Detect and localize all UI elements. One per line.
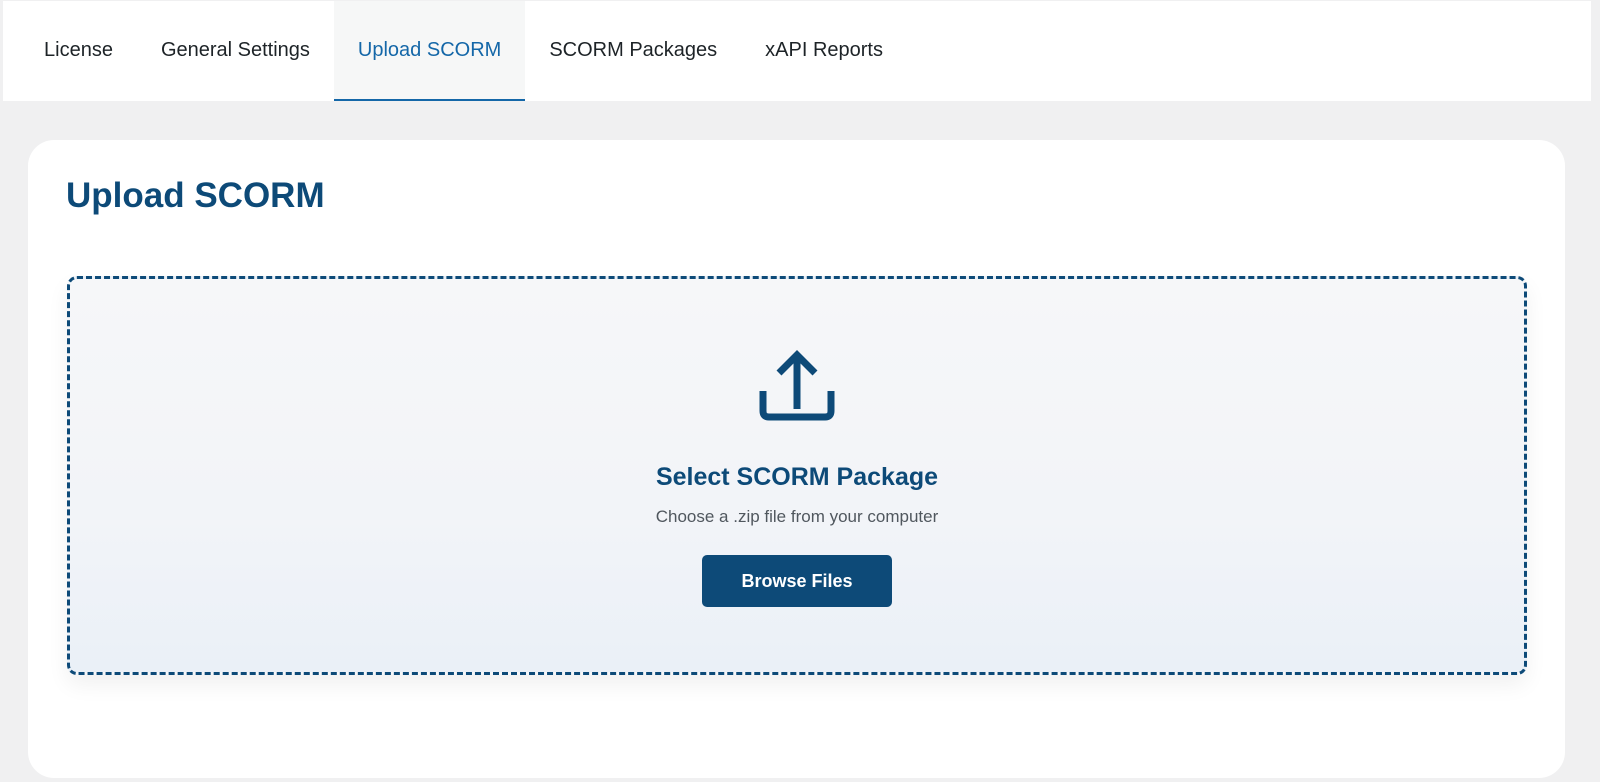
upload-card: Upload SCORM Select SCORM Package Choose… — [28, 140, 1565, 778]
upload-icon — [759, 350, 835, 421]
settings-tab-bar: License General Settings Upload SCORM SC… — [3, 1, 1591, 101]
dropzone-subtitle: Choose a .zip file from your computer — [655, 507, 939, 526]
tab-upload-scorm[interactable]: Upload SCORM — [333, 1, 526, 101]
file-dropzone[interactable]: Select SCORM Package Choose a .zip file … — [67, 276, 1527, 675]
tab-xapi-reports[interactable]: xAPI Reports — [741, 1, 907, 101]
tab-scorm-packages[interactable]: SCORM Packages — [525, 1, 741, 101]
dropzone-title: Select SCORM Package — [655, 463, 939, 491]
browse-files-button[interactable]: Browse Files — [702, 555, 892, 607]
page-title: Upload SCORM — [66, 176, 325, 215]
tab-license[interactable]: License — [20, 1, 137, 101]
tab-general-settings[interactable]: General Settings — [137, 1, 334, 101]
